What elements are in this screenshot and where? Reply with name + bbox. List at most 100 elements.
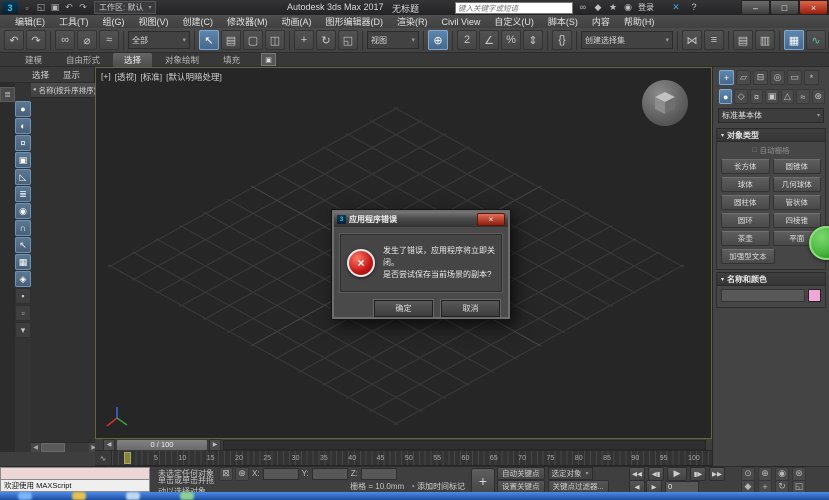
save-file-icon[interactable]: ▣ <box>48 2 62 14</box>
maxscript-mini-listener[interactable]: 欢迎使用 MAXScript <box>0 467 150 492</box>
menu-item-5[interactable]: 修改器(M) <box>220 15 275 28</box>
viewport-menu-shading[interactable]: [默认明暗处理] <box>166 71 222 83</box>
display-tab-icon[interactable]: ▭ <box>787 70 802 85</box>
listener-line[interactable]: 欢迎使用 MAXScript <box>0 480 150 492</box>
modify-tab-icon[interactable]: ▱ <box>736 70 751 85</box>
more-options-icon[interactable]: ▾ <box>15 322 31 338</box>
viewcube[interactable] <box>642 80 688 126</box>
absolute-mode-icon[interactable]: ⊕ <box>235 467 249 481</box>
menu-item-11[interactable]: 脚本(S) <box>541 15 585 28</box>
communication-center-icon[interactable]: ◆ <box>592 1 604 13</box>
maximize-icon[interactable]: □ <box>770 0 799 15</box>
menu-item-8[interactable]: 渲染(R) <box>390 15 435 28</box>
display-helpers-icon[interactable]: ◺ <box>15 169 31 185</box>
reference-coordinate-dropdown[interactable]: 视图▾ <box>367 31 419 49</box>
edit-named-sets-icon[interactable]: {} <box>552 30 572 50</box>
scroll-left-icon[interactable]: ◀ <box>31 443 40 452</box>
select-by-name-icon[interactable]: ▤ <box>221 30 241 50</box>
utilities-tab-icon[interactable]: * <box>804 70 819 85</box>
go-to-end-icon[interactable]: ▶▶ <box>709 467 725 481</box>
name-color-rollout-header[interactable]: ▾ 名称和颜色 <box>716 272 826 286</box>
spinner-snap-icon[interactable]: ⇕ <box>523 30 543 50</box>
display-cameras-icon[interactable]: ▣ <box>15 152 31 168</box>
display-groups-icon[interactable]: ◉ <box>15 203 31 219</box>
object-type-button-text-plus[interactable]: 加强型文本 <box>721 249 775 264</box>
object-type-rollout-header[interactable]: ▾ 对象类型 <box>716 128 826 142</box>
selected-filter-dropdown[interactable]: 选定对象 ▾ <box>548 467 593 480</box>
exchange-icon[interactable]: ✕ <box>670 1 682 13</box>
taskbar-item[interactable] <box>18 492 32 500</box>
object-type-button[interactable]: 管状体 <box>773 195 822 210</box>
geometry-category-icon[interactable]: ● <box>719 89 732 104</box>
object-type-button[interactable]: 圆环 <box>721 213 770 228</box>
create-tab-icon[interactable]: + <box>719 70 734 85</box>
previous-frame-icon[interactable]: ◀▮ <box>648 467 664 481</box>
current-frame-field[interactable]: 0 <box>665 481 699 493</box>
motion-tab-icon[interactable]: ◎ <box>770 70 785 85</box>
undo-small-icon[interactable]: ↶ <box>62 2 76 14</box>
unlink-selection-icon[interactable]: ⌀ <box>77 30 97 50</box>
snaps-toggle-icon[interactable]: 2 <box>457 30 477 50</box>
menu-item-6[interactable]: 动画(A) <box>275 15 319 28</box>
dialog-title-bar[interactable]: 3 应用程序错误 × <box>334 212 508 227</box>
search-icon[interactable]: ∞ <box>577 1 589 13</box>
autogrid-checkbox[interactable]: □ 自动栅格 <box>721 145 821 156</box>
explorer-column-header[interactable]: ● 名称(按升序排序) <box>31 83 98 98</box>
close-icon[interactable]: × <box>799 0 828 15</box>
menu-item-0[interactable]: 编辑(E) <box>8 15 52 28</box>
dialog-close-icon[interactable]: × <box>477 213 505 226</box>
taskbar-item[interactable] <box>72 492 86 500</box>
display-containers-icon[interactable]: ▦ <box>15 254 31 270</box>
layer-explorer-toggle-icon[interactable]: ▥ <box>755 30 775 50</box>
play-icon[interactable]: ▶ <box>667 467 687 481</box>
add-time-tag-button[interactable]: ◔ 添加时间标记 <box>410 481 465 492</box>
mini-curve-editor-icon[interactable]: ∿ <box>95 451 112 465</box>
menu-item-10[interactable]: 自定义(U) <box>487 15 541 28</box>
minimize-icon[interactable]: – <box>741 0 770 15</box>
object-type-button[interactable]: 几何球体 <box>773 177 822 192</box>
workspace-dropdown[interactable]: 工作区: 默认 ▾ <box>94 1 156 14</box>
rectangular-selection-icon[interactable]: ▢ <box>243 30 263 50</box>
window-crossing-icon[interactable]: ◫ <box>265 30 285 50</box>
object-type-button[interactable]: 茶壶 <box>721 231 770 246</box>
object-type-button[interactable]: 球体 <box>721 177 770 192</box>
ribbon-tab-2[interactable]: 选择 <box>113 53 152 67</box>
lights-category-icon[interactable]: ¤ <box>750 89 763 104</box>
scene-explorer-toggle-icon[interactable]: ▤ <box>733 30 753 50</box>
curve-editor-icon[interactable]: ∿ <box>806 30 826 50</box>
bind-to-space-warp-icon[interactable]: ≈ <box>99 30 119 50</box>
tab-display[interactable]: 显示 <box>57 69 86 81</box>
tab-select[interactable]: 选择 <box>26 69 55 81</box>
sign-in-link[interactable]: 登录 <box>638 2 654 13</box>
object-name-field[interactable] <box>721 289 805 302</box>
mirror-icon[interactable]: ⋈ <box>682 30 702 50</box>
shapes-category-icon[interactable]: ◇ <box>734 89 747 104</box>
object-type-button[interactable]: 圆锥体 <box>773 159 822 174</box>
time-forward-icon[interactable]: ▶ <box>209 439 221 451</box>
ribbon-box-icon[interactable]: ▣ <box>261 53 276 66</box>
ribbon-tab-0[interactable]: 建模 <box>14 53 53 67</box>
menu-item-3[interactable]: 视图(V) <box>132 15 176 28</box>
select-and-link-icon[interactable]: ∞ <box>55 30 75 50</box>
time-slider-handle[interactable]: 0 / 100 <box>116 439 208 451</box>
menu-item-1[interactable]: 工具(T) <box>52 15 96 28</box>
lock-column-icon[interactable]: ▪ <box>15 288 31 304</box>
select-and-move-icon[interactable]: + <box>294 30 314 50</box>
ribbon-tab-3[interactable]: 对象绘制 <box>154 53 210 67</box>
viewport-menu-general[interactable]: [+] <box>101 71 111 83</box>
user-icon[interactable]: ◉ <box>622 1 634 13</box>
y-coordinate-field[interactable] <box>312 468 348 480</box>
help-icon[interactable]: ? <box>688 1 700 13</box>
select-and-rotate-icon[interactable]: ↻ <box>316 30 336 50</box>
object-type-button[interactable]: 四棱锥 <box>773 213 822 228</box>
pin-column-icon[interactable]: ▫ <box>15 305 31 321</box>
zoom-all-icon[interactable]: ⊕ <box>758 467 772 481</box>
percent-snap-icon[interactable]: % <box>501 30 521 50</box>
favorites-icon[interactable]: ★ <box>607 1 619 13</box>
display-xrefs-icon[interactable]: ∩ <box>15 220 31 236</box>
redo-icon[interactable]: ↷ <box>26 30 46 50</box>
zoom-extents-all-icon[interactable]: ⊛ <box>792 467 806 481</box>
ribbon-toggle-icon[interactable]: ▦ <box>784 30 804 50</box>
display-geometry-icon[interactable]: ● <box>15 101 31 117</box>
taskbar-item[interactable] <box>126 492 140 500</box>
